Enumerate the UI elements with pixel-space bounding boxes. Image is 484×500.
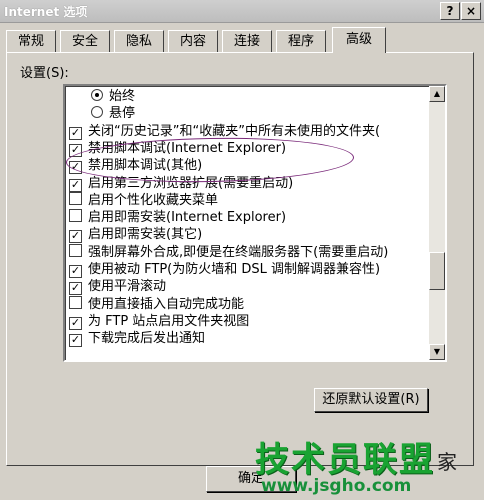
settings-item[interactable]: 强制屏幕外合成,即便是在终端服务器下(需要重启动) <box>69 243 389 261</box>
checkbox[interactable]: ✓ <box>69 316 82 330</box>
settings-item-label: 悬停 <box>109 106 136 122</box>
settings-item[interactable]: 始终 <box>91 88 135 105</box>
window-title: Internet 选项 <box>4 5 88 19</box>
settings-item-label: 启用即需安装(Internet Explorer) <box>88 210 287 226</box>
scroll-thumb[interactable] <box>429 252 445 290</box>
settings-item[interactable]: ✓ 启用即需安装(其它) <box>69 226 203 244</box>
settings-label: 设置(S): <box>20 66 69 81</box>
scroll-up-button[interactable]: ▲ <box>429 86 445 102</box>
settings-item-label: 启用个性化收藏夹菜单 <box>88 192 219 208</box>
settings-item[interactable]: ✓ 关闭“历史记录”和“收藏夹”中所有未使用的文件夹( <box>69 123 380 140</box>
tab-security[interactable]: 安全 <box>60 30 110 52</box>
checkbox[interactable]: ✓ <box>69 282 82 296</box>
tab-general[interactable]: 常规 <box>6 30 56 52</box>
radio-button[interactable] <box>91 89 103 101</box>
checkbox[interactable]: ✓ <box>69 230 82 244</box>
checkbox[interactable]: ✓ <box>69 265 82 278</box>
tab-programs[interactable]: 程序 <box>276 30 326 52</box>
settings-item[interactable]: ✓ 为 FTP 站点启用文件夹视图 <box>69 313 249 330</box>
checkbox[interactable]: ✓ <box>69 178 82 192</box>
settings-item[interactable]: 悬停 <box>91 105 135 122</box>
settings-item[interactable]: 启用即需安装(Internet Explorer) <box>69 209 286 226</box>
settings-item-label: 使用直接插入自动完成功能 <box>88 296 245 312</box>
scroll-down-button[interactable]: ▼ <box>429 344 445 360</box>
radio-button[interactable] <box>91 106 103 119</box>
settings-item[interactable]: 使用直接插入自动完成功能 <box>69 295 245 313</box>
settings-item-label: 关闭“历史记录”和“收藏夹”中所有未使用的文件夹( <box>88 123 381 139</box>
title-bar: Internet 选项 ? × <box>0 0 484 23</box>
settings-item-label: 启用即需安装(其它) <box>88 227 203 243</box>
checkbox[interactable] <box>69 295 82 309</box>
settings-item-label: 始终 <box>109 89 136 104</box>
checkbox[interactable]: ✓ <box>69 143 82 157</box>
tab-strip: 常规 安全 隐私 内容 连接 程序 高级 <box>6 27 476 53</box>
checkbox[interactable] <box>69 243 82 257</box>
settings-item[interactable]: ✓ 下载完成后发出通知 <box>69 330 206 348</box>
close-button[interactable]: × <box>461 2 481 20</box>
checkbox[interactable]: ✓ <box>69 334 82 348</box>
restore-defaults-button[interactable]: 还原默认设置(R) <box>314 388 428 412</box>
settings-item-label: 强制屏幕外合成,即便是在终端服务器下(需要重启动) <box>88 244 389 260</box>
checkbox[interactable]: ✓ <box>69 126 82 140</box>
scrollbar[interactable]: ▲ ▼ <box>429 86 445 360</box>
settings-item[interactable]: ✓ 启用第三方浏览器扩展(需要重启动) <box>69 175 293 192</box>
settings-item[interactable]: ✓ 使用平滑滚动 <box>69 278 167 296</box>
tab-content[interactable]: 内容 <box>168 30 218 52</box>
settings-item-label: 下载完成后发出通知 <box>88 331 206 347</box>
settings-item-label: 使用被动 FTP(为防火墙和 DSL 调制解调器兼容性) <box>88 262 381 277</box>
tab-advanced[interactable]: 高级 <box>332 27 386 53</box>
settings-item-label: 禁用脚本调试(Internet Explorer) <box>88 140 287 156</box>
settings-item-label: 为 FTP 站点启用文件夹视图 <box>88 313 250 329</box>
tab-connections[interactable]: 连接 <box>222 30 272 52</box>
ok-button[interactable]: 确定 <box>206 466 296 492</box>
checkbox[interactable]: ✓ <box>69 161 82 175</box>
tab-privacy[interactable]: 隐私 <box>114 30 164 52</box>
settings-item-label: 禁用脚本调试(其他) <box>88 158 203 174</box>
checkbox[interactable] <box>69 209 82 223</box>
settings-item-label: 启用第三方浏览器扩展(需要重启动) <box>88 175 294 191</box>
settings-list[interactable]: 始终悬停 ✓ 关闭“历史记录”和“收藏夹”中所有未使用的文件夹( ✓ 禁用脚本调试(In… <box>63 84 447 362</box>
settings-item-label: 使用平滑滚动 <box>88 279 167 295</box>
settings-item[interactable]: ✓ 使用被动 FTP(为防火墙和 DSL 调制解调器兼容性) <box>69 261 380 278</box>
settings-item[interactable]: 启用个性化收藏夹菜单 <box>69 191 219 209</box>
settings-item[interactable]: ✓ 禁用脚本调试(其他) <box>69 157 203 175</box>
checkbox[interactable] <box>69 191 82 205</box>
settings-item[interactable]: ✓ 禁用脚本调试(Internet Explorer) <box>69 140 286 157</box>
help-button[interactable]: ? <box>440 2 460 20</box>
